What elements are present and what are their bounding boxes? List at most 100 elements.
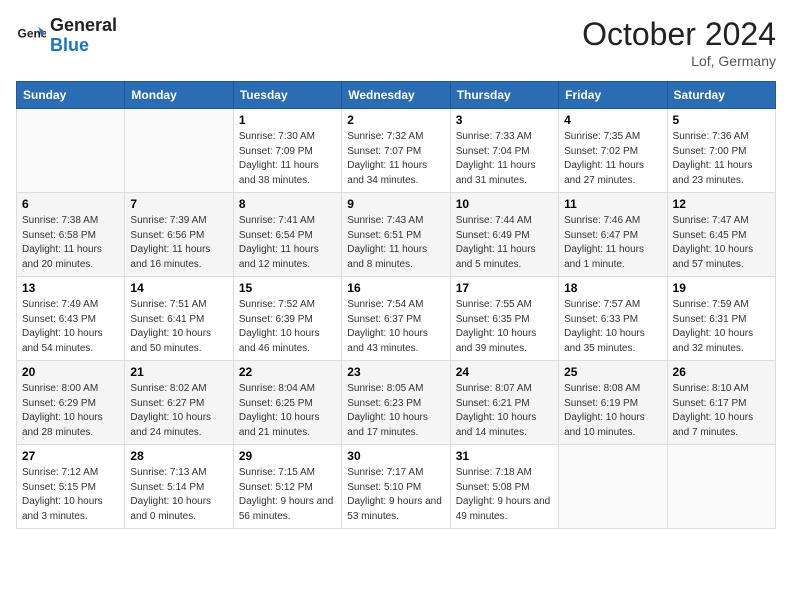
day-info: Sunrise: 7:17 AM Sunset: 5:10 PM Dayligh… — [347, 466, 444, 524]
calendar-week-row: 27 Sunrise: 7:12 AM Sunset: 5:15 PM Dayli… — [17, 445, 776, 529]
calendar-cell: 13 Sunrise: 7:49 AM Sunset: 6:43 PM Dayli… — [17, 277, 125, 361]
day-info: Sunrise: 8:04 AM Sunset: 6:25 PM Dayligh… — [239, 382, 336, 440]
day-number: 30 — [347, 449, 444, 463]
day-number: 25 — [564, 365, 661, 379]
day-number: 9 — [347, 197, 444, 211]
calendar-cell: 27 Sunrise: 7:12 AM Sunset: 5:15 PM Dayli… — [17, 445, 125, 529]
day-number: 5 — [673, 113, 770, 127]
day-number: 4 — [564, 113, 661, 127]
day-number: 23 — [347, 365, 444, 379]
calendar-cell: 24Sunrise: 8:07 AM Sunset: 6:21 PM Dayli… — [450, 361, 558, 445]
day-number: 14 — [130, 281, 227, 295]
calendar-cell: 31 Sunrise: 7:18 AM Sunset: 5:08 PM Dayli… — [450, 445, 558, 529]
calendar-week-row: 20Sunrise: 8:00 AM Sunset: 6:29 PM Dayli… — [17, 361, 776, 445]
day-info: Sunrise: 7:52 AM Sunset: 6:39 PM Dayligh… — [239, 298, 336, 356]
calendar-cell — [667, 445, 775, 529]
calendar-cell: 18 Sunrise: 7:57 AM Sunset: 6:33 PM Dayli… — [559, 277, 667, 361]
calendar-cell: 25Sunrise: 8:08 AM Sunset: 6:19 PM Dayli… — [559, 361, 667, 445]
day-number: 19 — [673, 281, 770, 295]
day-number: 10 — [456, 197, 553, 211]
day-number: 17 — [456, 281, 553, 295]
day-info: Sunrise: 7:15 AM Sunset: 5:12 PM Dayligh… — [239, 466, 336, 524]
calendar-cell: 29 Sunrise: 7:15 AM Sunset: 5:12 PM Dayli… — [233, 445, 341, 529]
calendar-cell: 6 Sunrise: 7:38 AM Sunset: 6:58 PM Daylig… — [17, 193, 125, 277]
weekday-header: Wednesday — [342, 82, 450, 109]
calendar-cell: 14 Sunrise: 7:51 AM Sunset: 6:41 PM Dayli… — [125, 277, 233, 361]
day-number: 26 — [673, 365, 770, 379]
weekday-header: Sunday — [17, 82, 125, 109]
calendar-week-row: 13 Sunrise: 7:49 AM Sunset: 6:43 PM Dayli… — [17, 277, 776, 361]
calendar-cell: 17 Sunrise: 7:55 AM Sunset: 6:35 PM Dayli… — [450, 277, 558, 361]
day-number: 13 — [22, 281, 119, 295]
day-info: Sunrise: 7:12 AM Sunset: 5:15 PM Dayligh… — [22, 466, 119, 524]
day-number: 16 — [347, 281, 444, 295]
calendar-cell: 5Sunrise: 7:36 AM Sunset: 7:00 PM Daylig… — [667, 109, 775, 193]
day-info: Sunrise: 7:30 AM Sunset: 7:09 PM Dayligh… — [239, 130, 336, 188]
day-number: 18 — [564, 281, 661, 295]
calendar-cell: 15 Sunrise: 7:52 AM Sunset: 6:39 PM Dayli… — [233, 277, 341, 361]
day-number: 31 — [456, 449, 553, 463]
page-header: General GeneralBlue October 2024 Lof, Ge… — [16, 16, 776, 69]
day-info: Sunrise: 7:51 AM Sunset: 6:41 PM Dayligh… — [130, 298, 227, 356]
day-number: 29 — [239, 449, 336, 463]
day-number: 27 — [22, 449, 119, 463]
day-info: Sunrise: 8:07 AM Sunset: 6:21 PM Dayligh… — [456, 382, 553, 440]
calendar-week-row: 6 Sunrise: 7:38 AM Sunset: 6:58 PM Daylig… — [17, 193, 776, 277]
calendar-cell: 23 Sunrise: 8:05 AM Sunset: 6:23 PM Dayli… — [342, 361, 450, 445]
day-info: Sunrise: 7:18 AM Sunset: 5:08 PM Dayligh… — [456, 466, 553, 524]
day-info: Sunrise: 7:44 AM Sunset: 6:49 PM Dayligh… — [456, 214, 553, 272]
logo: General GeneralBlue — [16, 16, 117, 56]
calendar-header-row: SundayMondayTuesdayWednesdayThursdayFrid… — [17, 82, 776, 109]
day-info: Sunrise: 7:38 AM Sunset: 6:58 PM Dayligh… — [22, 214, 119, 272]
calendar-cell: 28 Sunrise: 7:13 AM Sunset: 5:14 PM Dayli… — [125, 445, 233, 529]
calendar-cell: 16 Sunrise: 7:54 AM Sunset: 6:37 PM Dayli… — [342, 277, 450, 361]
day-info: Sunrise: 7:41 AM Sunset: 6:54 PM Dayligh… — [239, 214, 336, 272]
day-info: Sunrise: 7:35 AM Sunset: 7:02 PM Dayligh… — [564, 130, 661, 188]
day-info: Sunrise: 7:55 AM Sunset: 6:35 PM Dayligh… — [456, 298, 553, 356]
calendar-cell: 20Sunrise: 8:00 AM Sunset: 6:29 PM Dayli… — [17, 361, 125, 445]
day-number: 3 — [456, 113, 553, 127]
day-info: Sunrise: 7:54 AM Sunset: 6:37 PM Dayligh… — [347, 298, 444, 356]
calendar-table: SundayMondayTuesdayWednesdayThursdayFrid… — [16, 81, 776, 529]
day-info: Sunrise: 7:57 AM Sunset: 6:33 PM Dayligh… — [564, 298, 661, 356]
day-number: 6 — [22, 197, 119, 211]
day-info: Sunrise: 8:10 AM Sunset: 6:17 PM Dayligh… — [673, 382, 770, 440]
day-number: 12 — [673, 197, 770, 211]
calendar-cell: 4 Sunrise: 7:35 AM Sunset: 7:02 PM Daylig… — [559, 109, 667, 193]
day-info: Sunrise: 8:00 AM Sunset: 6:29 PM Dayligh… — [22, 382, 119, 440]
logo-text: GeneralBlue — [50, 16, 117, 56]
location: Lof, Germany — [582, 53, 776, 69]
day-info: Sunrise: 7:43 AM Sunset: 6:51 PM Dayligh… — [347, 214, 444, 272]
day-info: Sunrise: 7:47 AM Sunset: 6:45 PM Dayligh… — [673, 214, 770, 272]
day-info: Sunrise: 7:49 AM Sunset: 6:43 PM Dayligh… — [22, 298, 119, 356]
logo-icon: General — [16, 21, 46, 51]
day-info: Sunrise: 7:33 AM Sunset: 7:04 PM Dayligh… — [456, 130, 553, 188]
day-number: 22 — [239, 365, 336, 379]
day-number: 7 — [130, 197, 227, 211]
calendar-cell: 10 Sunrise: 7:44 AM Sunset: 6:49 PM Dayli… — [450, 193, 558, 277]
day-number: 8 — [239, 197, 336, 211]
weekday-header: Thursday — [450, 82, 558, 109]
weekday-header: Saturday — [667, 82, 775, 109]
calendar-body: 1Sunrise: 7:30 AM Sunset: 7:09 PM Daylig… — [17, 109, 776, 529]
calendar-cell: 12 Sunrise: 7:47 AM Sunset: 6:45 PM Dayli… — [667, 193, 775, 277]
day-info: Sunrise: 7:13 AM Sunset: 5:14 PM Dayligh… — [130, 466, 227, 524]
calendar-cell — [125, 109, 233, 193]
weekday-header: Monday — [125, 82, 233, 109]
title-block: October 2024 Lof, Germany — [582, 16, 776, 69]
day-info: Sunrise: 8:05 AM Sunset: 6:23 PM Dayligh… — [347, 382, 444, 440]
calendar-cell: 1Sunrise: 7:30 AM Sunset: 7:09 PM Daylig… — [233, 109, 341, 193]
calendar-cell: 9 Sunrise: 7:43 AM Sunset: 6:51 PM Daylig… — [342, 193, 450, 277]
day-info: Sunrise: 8:02 AM Sunset: 6:27 PM Dayligh… — [130, 382, 227, 440]
calendar-week-row: 1Sunrise: 7:30 AM Sunset: 7:09 PM Daylig… — [17, 109, 776, 193]
calendar-cell: 21Sunrise: 8:02 AM Sunset: 6:27 PM Dayli… — [125, 361, 233, 445]
day-number: 28 — [130, 449, 227, 463]
weekday-header: Tuesday — [233, 82, 341, 109]
calendar-cell: 26 Sunrise: 8:10 AM Sunset: 6:17 PM Dayli… — [667, 361, 775, 445]
calendar-cell: 8 Sunrise: 7:41 AM Sunset: 6:54 PM Daylig… — [233, 193, 341, 277]
day-info: Sunrise: 7:46 AM Sunset: 6:47 PM Dayligh… — [564, 214, 661, 272]
calendar-cell: 11Sunrise: 7:46 AM Sunset: 6:47 PM Dayli… — [559, 193, 667, 277]
calendar-cell — [17, 109, 125, 193]
day-number: 15 — [239, 281, 336, 295]
day-info: Sunrise: 7:39 AM Sunset: 6:56 PM Dayligh… — [130, 214, 227, 272]
